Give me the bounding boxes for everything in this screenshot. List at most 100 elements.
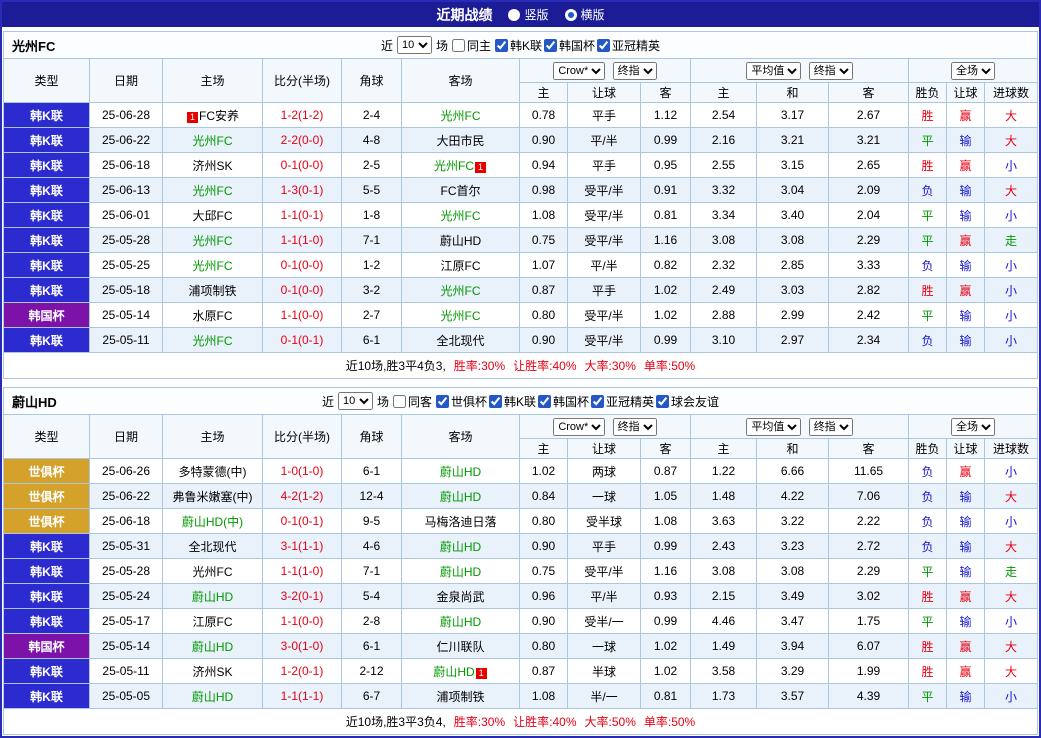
league-checkbox[interactable]	[597, 39, 610, 52]
home-team-cell[interactable]: 江原FC	[163, 609, 263, 634]
league-filter[interactable]: 韩国杯	[538, 393, 589, 410]
team-link[interactable]: 光州FC	[193, 259, 233, 273]
bookmaker-select[interactable]: Crow*	[553, 418, 605, 436]
match-count-select[interactable]: 10	[397, 36, 432, 54]
away-team-cell[interactable]: 光州FC	[402, 203, 520, 228]
away-team-cell[interactable]: 光州FC	[402, 103, 520, 128]
away-team-cell[interactable]: 光州FC	[402, 278, 520, 303]
same-venue-checkbox[interactable]	[452, 39, 465, 52]
league-filter[interactable]: 韩K联	[495, 37, 542, 54]
team-link[interactable]: 蔚山HD	[440, 490, 481, 504]
away-team-cell[interactable]: 蔚山HD	[402, 534, 520, 559]
handicap-period-select[interactable]: 终指	[613, 62, 657, 80]
away-team-cell[interactable]: FC首尔	[402, 178, 520, 203]
away-team-cell[interactable]: 蔚山HD	[402, 484, 520, 509]
average-period-select[interactable]: 终指	[809, 418, 853, 436]
team-link[interactable]: 蔚山HD	[440, 465, 481, 479]
league-checkbox[interactable]	[538, 395, 551, 408]
team-link[interactable]: 蔚山HD	[440, 234, 481, 248]
bookmaker-select[interactable]: Crow*	[553, 62, 605, 80]
league-checkbox[interactable]	[656, 395, 669, 408]
home-team-cell[interactable]: 全北现代	[163, 534, 263, 559]
away-team-cell[interactable]: 蔚山HD	[402, 459, 520, 484]
team-link[interactable]: 济州SK	[192, 665, 232, 679]
team-link[interactable]: 大田市民	[436, 134, 484, 148]
away-team-cell[interactable]: 浦项制铁	[402, 684, 520, 709]
away-team-cell[interactable]: 光州FC1	[402, 153, 520, 178]
league-checkbox[interactable]	[591, 395, 604, 408]
team-link[interactable]: 光州FC	[193, 184, 233, 198]
away-team-cell[interactable]: 蔚山HD1	[402, 659, 520, 684]
team-link[interactable]: 浦项制铁	[436, 690, 484, 704]
home-team-cell[interactable]: 多特蒙德(中)	[163, 459, 263, 484]
same-venue-checkbox[interactable]	[393, 395, 406, 408]
team-link[interactable]: 光州FC	[441, 309, 481, 323]
team-link[interactable]: 济州SK	[192, 159, 232, 173]
handicap-period-select[interactable]: 终指	[613, 418, 657, 436]
league-checkbox[interactable]	[544, 39, 557, 52]
league-filter[interactable]: 韩国杯	[544, 37, 595, 54]
team-link[interactable]: 弗鲁米嫩塞(中)	[173, 490, 253, 504]
team-link[interactable]: 全北现代	[188, 540, 236, 554]
team-link[interactable]: 蔚山HD	[192, 690, 233, 704]
team-link[interactable]: 马梅洛迪日落	[424, 515, 496, 529]
team-link[interactable]: FC首尔	[441, 184, 481, 198]
league-checkbox[interactable]	[489, 395, 502, 408]
home-team-cell[interactable]: 济州SK	[163, 153, 263, 178]
team-link[interactable]: 蔚山HD(中)	[182, 515, 243, 529]
home-team-cell[interactable]: 济州SK	[163, 659, 263, 684]
layout-radio-vertical[interactable]: 竖版	[508, 6, 548, 23]
home-team-cell[interactable]: 蔚山HD	[163, 584, 263, 609]
away-team-cell[interactable]: 全北现代	[402, 328, 520, 353]
league-filter[interactable]: 球会友谊	[656, 393, 719, 410]
team-link[interactable]: 大邱FC	[193, 209, 233, 223]
layout-radio-horizontal[interactable]: 横版	[565, 6, 605, 23]
team-link[interactable]: 光州FC	[193, 565, 233, 579]
home-team-cell[interactable]: 水原FC	[163, 303, 263, 328]
away-team-cell[interactable]: 金泉尚武	[402, 584, 520, 609]
team-link[interactable]: 光州FC	[441, 209, 481, 223]
scope-select[interactable]: 全场	[951, 62, 995, 80]
team-link[interactable]: 蔚山HD	[440, 540, 481, 554]
league-checkbox[interactable]	[436, 395, 449, 408]
home-team-cell[interactable]: 光州FC	[163, 128, 263, 153]
team-link[interactable]: 江原FC	[441, 259, 481, 273]
team-link[interactable]: 光州FC	[441, 109, 481, 123]
team-link[interactable]: 蔚山HD	[440, 615, 481, 629]
away-team-cell[interactable]: 马梅洛迪日落	[402, 509, 520, 534]
away-team-cell[interactable]: 蔚山HD	[402, 609, 520, 634]
home-team-cell[interactable]: 弗鲁米嫩塞(中)	[163, 484, 263, 509]
home-team-cell[interactable]: 光州FC	[163, 328, 263, 353]
away-team-cell[interactable]: 江原FC	[402, 253, 520, 278]
home-team-cell[interactable]: 光州FC	[163, 228, 263, 253]
away-team-cell[interactable]: 仁川联队	[402, 634, 520, 659]
team-link[interactable]: 光州FC	[193, 234, 233, 248]
home-team-cell[interactable]: 光州FC	[163, 178, 263, 203]
team-link[interactable]: 金泉尚武	[436, 590, 484, 604]
team-link[interactable]: 多特蒙德(中)	[179, 465, 247, 479]
team-link[interactable]: FC安养	[199, 109, 239, 123]
scope-select[interactable]: 全场	[951, 418, 995, 436]
home-team-cell[interactable]: 光州FC	[163, 253, 263, 278]
home-team-cell[interactable]: 光州FC	[163, 559, 263, 584]
team-link[interactable]: 浦项制铁	[188, 284, 236, 298]
average-select[interactable]: 平均值	[746, 418, 801, 436]
league-checkbox[interactable]	[495, 39, 508, 52]
home-team-cell[interactable]: 大邱FC	[163, 203, 263, 228]
home-team-cell[interactable]: 浦项制铁	[163, 278, 263, 303]
home-team-cell[interactable]: 1FC安养	[163, 103, 263, 128]
match-count-select[interactable]: 10	[338, 392, 373, 410]
average-select[interactable]: 平均值	[746, 62, 801, 80]
team-link[interactable]: 全北现代	[436, 334, 484, 348]
team-link[interactable]: 光州FC	[193, 134, 233, 148]
team-link[interactable]: 仁川联队	[436, 640, 484, 654]
average-period-select[interactable]: 终指	[809, 62, 853, 80]
away-team-cell[interactable]: 蔚山HD	[402, 559, 520, 584]
same-venue-filter[interactable]: 同客	[393, 393, 432, 410]
team-link[interactable]: 蔚山HD	[192, 640, 233, 654]
same-venue-filter[interactable]: 同主	[452, 37, 491, 54]
league-filter[interactable]: 亚冠精英	[597, 37, 660, 54]
team-link[interactable]: 蔚山HD	[440, 565, 481, 579]
team-link[interactable]: 光州FC	[193, 334, 233, 348]
away-team-cell[interactable]: 光州FC	[402, 303, 520, 328]
